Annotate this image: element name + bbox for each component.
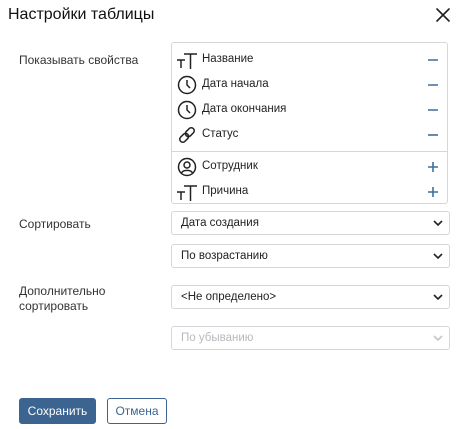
chevron-down-icon <box>433 294 443 301</box>
property-item-status: Статус <box>172 123 447 147</box>
cancel-button[interactable]: Отмена <box>107 398 167 424</box>
sort-field-value: Дата создания <box>181 217 259 229</box>
property-label: Сотрудник <box>202 160 258 172</box>
property-label: Название <box>202 53 254 65</box>
remove-icon[interactable] <box>426 127 440 141</box>
property-label: Причина <box>202 185 249 197</box>
property-label: Дата начала <box>202 78 269 90</box>
add-icon[interactable] <box>426 159 440 173</box>
sort-order-select[interactable]: По возрастанию <box>171 244 450 268</box>
user-icon <box>177 157 197 177</box>
chevron-down-icon <box>433 220 443 227</box>
property-item-employee: Сотрудник <box>172 155 447 179</box>
sort-label: Сортировать <box>19 217 91 231</box>
property-label: Дата окончания <box>202 103 287 115</box>
show-properties-label: Показывать свойства <box>19 53 139 67</box>
properties-list: Название Дата начала Дата окончания Стат… <box>171 42 448 204</box>
save-button[interactable]: Сохранить <box>19 398 96 424</box>
chevron-down-icon <box>433 253 443 260</box>
close-icon[interactable] <box>436 8 450 22</box>
properties-divider <box>172 151 447 152</box>
text-type-icon <box>177 53 197 69</box>
additional-sort-label: Дополнительно сортировать <box>19 284 106 313</box>
remove-icon[interactable] <box>426 77 440 91</box>
additional-sort-order-select: По убыванию <box>171 326 450 350</box>
remove-icon[interactable] <box>426 52 440 66</box>
property-item-start-date: Дата начала <box>172 73 447 97</box>
property-item-end-date: Дата окончания <box>172 98 447 122</box>
property-item-name: Название <box>172 48 447 72</box>
text-type-icon <box>177 185 197 201</box>
clock-icon <box>177 100 197 120</box>
additional-sort-field-value: <Не определено> <box>181 291 277 303</box>
chevron-down-icon <box>433 335 443 342</box>
add-icon[interactable] <box>426 184 440 198</box>
additional-sort-order-value: По убыванию <box>181 332 254 344</box>
property-item-reason: Причина <box>172 180 447 203</box>
link-icon <box>179 127 195 143</box>
sort-field-select[interactable]: Дата создания <box>171 211 450 235</box>
clock-icon <box>177 75 197 95</box>
property-label: Статус <box>202 128 239 140</box>
remove-icon[interactable] <box>426 102 440 116</box>
dialog-title: Настройки таблицы <box>8 6 155 23</box>
sort-order-value: По возрастанию <box>181 250 268 262</box>
additional-sort-field-select[interactable]: <Не определено> <box>171 285 450 309</box>
